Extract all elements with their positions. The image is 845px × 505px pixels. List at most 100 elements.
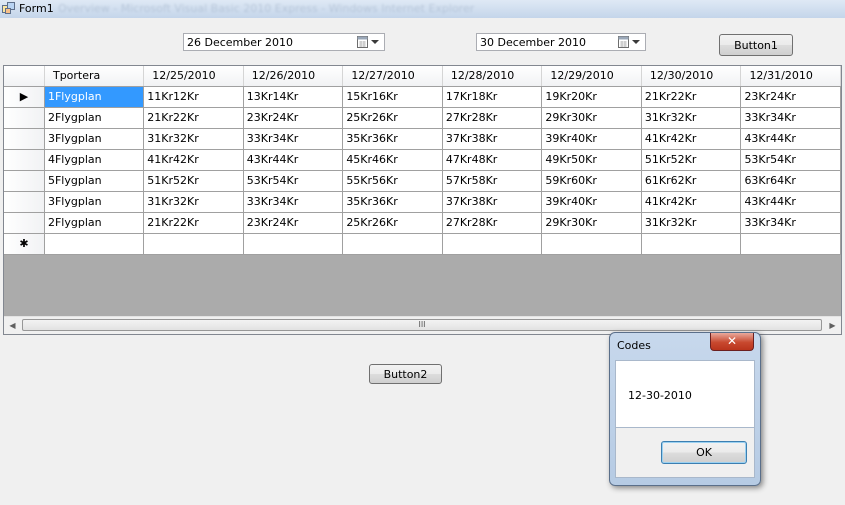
grid-cell[interactable]: 31Kr32Kr [143, 128, 244, 150]
grid-cell[interactable]: 19Kr20Kr [541, 86, 642, 108]
table-row[interactable]: 3Flygplan 31Kr32Kr 33Kr34Kr 35Kr36Kr 37Kr38K… [4, 191, 841, 213]
grid-cell[interactable]: 61Kr62Kr [641, 170, 742, 192]
grid-cell[interactable]: 15Kr16Kr [342, 86, 443, 108]
row-header[interactable] [4, 191, 45, 213]
column-header[interactable]: 12/26/2010 [243, 66, 344, 87]
grid-cell[interactable]: 1Flygplan [44, 86, 145, 108]
table-row[interactable]: 2Flygplan 21Kr22Kr 23Kr24Kr 25Kr26Kr 27Kr28K… [4, 212, 841, 234]
table-row[interactable]: 2Flygplan 21Kr22Kr 23Kr24Kr 25Kr26Kr 27Kr28K… [4, 107, 841, 129]
grid-cell[interactable]: 55Kr56Kr [342, 170, 443, 192]
new-row[interactable]: ✱ [4, 233, 841, 255]
column-header[interactable]: 12/27/2010 [342, 66, 443, 87]
grid-cell[interactable]: 21Kr22Kr [143, 212, 244, 234]
data-grid[interactable]: Tportera 12/25/2010 12/26/2010 12/27/201… [3, 65, 842, 335]
grid-cell[interactable]: 31Kr32Kr [143, 191, 244, 213]
grid-cell[interactable] [342, 233, 443, 255]
row-header[interactable] [4, 212, 45, 234]
current-row-indicator-icon[interactable]: ▶ [4, 86, 45, 108]
date-picker-to[interactable]: 30 December 2010 [476, 33, 646, 51]
column-header[interactable]: 12/29/2010 [541, 66, 642, 87]
grid-cell[interactable] [44, 233, 145, 255]
grid-cell[interactable]: 33Kr34Kr [243, 191, 344, 213]
grid-cell[interactable]: 63Kr64Kr [740, 170, 841, 192]
grid-cell[interactable]: 17Kr18Kr [442, 86, 543, 108]
scrollbar-thumb[interactable]: III [22, 319, 822, 331]
grid-cell[interactable] [740, 233, 841, 255]
row-header[interactable] [4, 128, 45, 150]
grid-cell[interactable]: 39Kr40Kr [541, 191, 642, 213]
grid-cell[interactable]: 13Kr14Kr [243, 86, 344, 108]
row-header[interactable] [4, 170, 45, 192]
grid-cell[interactable]: 35Kr36Kr [342, 191, 443, 213]
grid-cell[interactable] [641, 233, 742, 255]
grid-cell[interactable]: 53Kr54Kr [740, 149, 841, 171]
grid-cell[interactable]: 2Flygplan [44, 107, 145, 129]
grid-cell[interactable]: 4Flygplan [44, 149, 145, 171]
column-header[interactable]: 12/25/2010 [143, 66, 244, 87]
grid-cell[interactable]: 27Kr28Kr [442, 107, 543, 129]
grid-cell[interactable]: 21Kr22Kr [143, 107, 244, 129]
grid-cell[interactable] [143, 233, 244, 255]
grid-cell[interactable] [541, 233, 642, 255]
grid-cell[interactable]: 31Kr32Kr [641, 107, 742, 129]
grid-cell[interactable]: 31Kr32Kr [641, 212, 742, 234]
scroll-right-arrow-icon[interactable]: ▶ [824, 317, 841, 334]
column-header[interactable]: Tportera [44, 66, 145, 87]
title-bar[interactable]: Form1 Overview - Microsoft Visual Basic … [0, 0, 845, 18]
grid-cell[interactable]: 3Flygplan [44, 128, 145, 150]
scroll-left-arrow-icon[interactable]: ◀ [4, 317, 21, 334]
grid-cell[interactable]: 43Kr44Kr [740, 191, 841, 213]
table-row[interactable]: 5Flygplan 51Kr52Kr 53Kr54Kr 55Kr56Kr 57Kr58K… [4, 170, 841, 192]
grid-cell[interactable] [442, 233, 543, 255]
button1[interactable]: Button1 [719, 34, 793, 56]
grid-cell[interactable]: 33Kr34Kr [243, 128, 344, 150]
grid-cell[interactable]: 2Flygplan [44, 212, 145, 234]
grid-cell[interactable]: 21Kr22Kr [641, 86, 742, 108]
close-icon[interactable]: ✕ [710, 333, 754, 351]
grid-cell[interactable]: 59Kr60Kr [541, 170, 642, 192]
grid-cell[interactable]: 43Kr44Kr [243, 149, 344, 171]
grid-cell[interactable]: 23Kr24Kr [243, 107, 344, 129]
grid-cell[interactable]: 3Flygplan [44, 191, 145, 213]
new-row-indicator-icon[interactable]: ✱ [4, 233, 45, 255]
grid-cell[interactable]: 33Kr34Kr [740, 107, 841, 129]
button2[interactable]: Button2 [369, 364, 442, 384]
grid-cell[interactable]: 47Kr48Kr [442, 149, 543, 171]
grid-cell[interactable]: 51Kr52Kr [143, 170, 244, 192]
table-row[interactable]: 4Flygplan 41Kr42Kr 43Kr44Kr 45Kr46Kr 47Kr48K… [4, 149, 841, 171]
grid-cell[interactable]: 41Kr42Kr [641, 191, 742, 213]
grid-cell[interactable]: 39Kr40Kr [541, 128, 642, 150]
grid-cell[interactable]: 41Kr42Kr [641, 128, 742, 150]
ok-button[interactable]: OK [661, 441, 747, 464]
grid-cell[interactable] [243, 233, 344, 255]
grid-corner-header[interactable] [4, 66, 45, 87]
grid-cell[interactable]: 29Kr30Kr [541, 212, 642, 234]
grid-cell[interactable]: 53Kr54Kr [243, 170, 344, 192]
grid-cell[interactable]: 51Kr52Kr [641, 149, 742, 171]
grid-cell[interactable]: 25Kr26Kr [342, 212, 443, 234]
column-header[interactable]: 12/31/2010 [740, 66, 841, 87]
row-header[interactable] [4, 107, 45, 129]
grid-cell[interactable]: 23Kr24Kr [740, 86, 841, 108]
table-row[interactable]: ▶ 1Flygplan 11Kr12Kr 13Kr14Kr 15Kr16Kr 17Kr18… [4, 86, 841, 108]
grid-cell[interactable]: 45Kr46Kr [342, 149, 443, 171]
grid-cell[interactable]: 5Flygplan [44, 170, 145, 192]
grid-cell[interactable]: 35Kr36Kr [342, 128, 443, 150]
grid-cell[interactable]: 27Kr28Kr [442, 212, 543, 234]
column-header[interactable]: 12/30/2010 [641, 66, 742, 87]
grid-cell[interactable]: 37Kr38Kr [442, 128, 543, 150]
row-header[interactable] [4, 149, 45, 171]
calendar-dropdown-icon[interactable] [616, 35, 642, 49]
grid-cell[interactable]: 41Kr42Kr [143, 149, 244, 171]
grid-cell[interactable]: 29Kr30Kr [541, 107, 642, 129]
table-row[interactable]: 3Flygplan 31Kr32Kr 33Kr34Kr 35Kr36Kr 37Kr38K… [4, 128, 841, 150]
grid-cell[interactable]: 43Kr44Kr [740, 128, 841, 150]
column-header[interactable]: 12/28/2010 [442, 66, 543, 87]
date-picker-from[interactable]: 26 December 2010 [183, 33, 385, 51]
grid-cell[interactable]: 11Kr12Kr [143, 86, 244, 108]
grid-cell[interactable]: 23Kr24Kr [243, 212, 344, 234]
calendar-dropdown-icon[interactable] [355, 35, 381, 49]
grid-cell[interactable]: 57Kr58Kr [442, 170, 543, 192]
grid-cell[interactable]: 37Kr38Kr [442, 191, 543, 213]
grid-cell[interactable]: 33Kr34Kr [740, 212, 841, 234]
